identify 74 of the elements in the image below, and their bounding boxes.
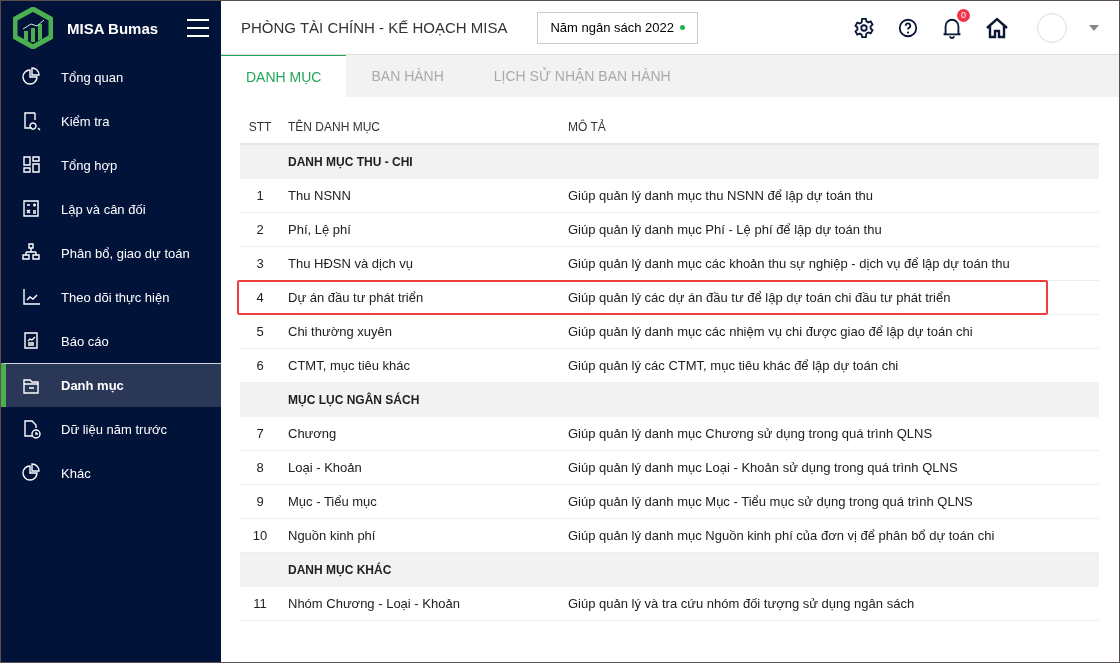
sidebar-item[interactable]: Lập và cân đối xyxy=(1,187,221,231)
table-cell-text: 4 xyxy=(255,290,265,305)
line-chart-icon xyxy=(21,286,43,308)
table-cell-text: Nguồn kinh phí xyxy=(287,528,377,543)
table-cell-text: Giúp quản lý danh mục các khoản thu sự nghiệp - dịch vụ để lập dự toán thu xyxy=(568,256,1011,271)
group-title: DANH MỤC KHÁC xyxy=(287,563,393,577)
budget-year-selector[interactable]: Năm ngân sách 2022 xyxy=(537,11,698,44)
sidebar-item[interactable]: Tổng hợp xyxy=(1,143,221,187)
sidebar-item[interactable]: Phân bổ, giao dự toán xyxy=(1,231,221,275)
pie-chart-icon xyxy=(21,66,43,88)
table-cell-text: CTMT, mục tiêu khác xyxy=(287,358,412,373)
table-row[interactable]: 2 Phí, Lệ phí Giúp quản lý danh mục Phí - Lệ phí để lập dự toán thu xyxy=(240,213,1099,247)
table-row[interactable]: 8 Loại - Khoản Giúp quản lý danh mục Loại - Khoản sử dụng trong quá trình QLNS xyxy=(240,451,1099,485)
table-cell-text: 11 xyxy=(252,596,268,611)
table-cell-text: Giúp quản lý các dự án đầu tư để lập dự toán chi đầu tư phát triển xyxy=(568,290,952,305)
table-cell-text: Chương xyxy=(287,426,338,441)
table-cell-text: Nhóm Chương - Loại - Khoản xyxy=(287,596,461,611)
app-name: MISA Bumas xyxy=(67,19,160,37)
table-cell-text: 2 xyxy=(255,222,265,237)
table-cell-text: 6 xyxy=(255,358,265,373)
table-cell-text: 1 xyxy=(255,188,265,203)
table-row[interactable]: 3 Thu HĐSN và dịch vụ Giúp quản lý danh mục các khoản thu sự nghiệp - dịch vụ để lập dự toán thu xyxy=(240,247,1099,281)
group-title: DANH MỤC THU - CHI xyxy=(287,155,414,169)
sidebar-item[interactable]: Báo cáo xyxy=(1,319,221,363)
sidebar-item[interactable]: Khác xyxy=(1,451,221,495)
sidebar-item[interactable]: Danh mục xyxy=(1,363,221,407)
menu-icon[interactable] xyxy=(187,19,209,37)
settings-icon[interactable] xyxy=(853,16,875,39)
document-search-icon xyxy=(21,110,43,132)
table-cell-text: 8 xyxy=(255,460,265,475)
table-cell-text: Giúp quản lý danh mục các nhiệm vụ chi được giao để lập dự toán chi xyxy=(568,324,974,339)
table-cell-text: Giúp quản lý danh mục Loại - Khoản sử dụng trong quá trình QLNS xyxy=(568,460,959,475)
table-row[interactable]: 5 Chi thường xuyên Giúp quản lý danh mục các nhiệm vụ chi được giao để lập dự toán chi xyxy=(240,315,1099,349)
sidebar-item[interactable]: Theo dõi thực hiện xyxy=(1,275,221,319)
column-header: MÔ TẢ xyxy=(568,120,607,134)
table-cell-text: Mục - Tiểu mục xyxy=(287,494,378,509)
logo-icon xyxy=(13,7,53,49)
table-cell-text: Phí, Lệ phí xyxy=(287,222,352,237)
organization-title: PHÒNG TÀI CHÍNH - KẾ HOẠCH MISA xyxy=(241,19,508,36)
table-row[interactable]: 9 Mục - Tiểu mục Giúp quản lý danh mục Mục - Tiểu mục sử dụng trong quá trình QLNS xyxy=(240,485,1099,519)
table-cell-text: Giúp quản lý danh mục Mục - Tiểu mục sử dụng trong quá trình QLNS xyxy=(568,494,974,509)
table-cell-text: 9 xyxy=(255,494,265,509)
table-row[interactable]: 7 Chương Giúp quản lý danh mục Chương sử dụng trong quá trình QLNS xyxy=(240,417,1099,451)
table-cell-text: Loại - Khoản xyxy=(287,460,363,475)
sidebar-item[interactable]: Dữ liệu năm trước xyxy=(1,407,221,451)
table-row[interactable]: 4 Dự án đầu tư phát triển Giúp quản lý các dự án đầu tư để lập dự toán chi đầu tư phát triển xyxy=(240,281,1099,315)
table-cell-text: Giúp quản lý danh mục thu NSNN để lập dự toán thu xyxy=(568,188,874,203)
table-row[interactable]: 11 Nhóm Chương - Loại - Khoản Giúp quản lý và tra cứu nhóm đối tượng sử dụng ngân sách xyxy=(240,587,1099,621)
sidebar-item[interactable]: Tổng quan xyxy=(1,55,221,99)
caret-icon[interactable] xyxy=(1089,24,1099,31)
column-header: TÊN DANH MỤC xyxy=(287,120,381,134)
table-cell-text: Giúp quản lý danh mục Nguồn kinh phí của đơn vị để phân bổ dự toán chi xyxy=(568,528,996,543)
table-cell-text: Thu HĐSN và dịch vụ xyxy=(287,256,414,271)
table-cell-text: Giúp quản lý danh mục Chương sử dụng trong quá trình QLNS xyxy=(568,426,934,441)
sidebar-item[interactable]: Kiểm tra xyxy=(1,99,221,143)
table-row[interactable]: 1 Thu NSNN Giúp quản lý danh mục thu NSNN để lập dự toán thu xyxy=(240,179,1099,213)
grid-icon xyxy=(21,154,43,176)
table-cell-text: 5 xyxy=(255,324,265,339)
home-icon[interactable] xyxy=(985,16,1009,39)
table-cell-text: Giúp quản lý danh mục Phí - Lệ phí để lập dự toán thu xyxy=(568,222,883,237)
table-cell-text: Thu NSNN xyxy=(287,188,352,203)
table-cell-text: 3 xyxy=(255,256,265,271)
help-icon[interactable] xyxy=(897,16,919,39)
pie-chart-icon xyxy=(21,462,43,484)
group-title: MỤC LỤC NGÂN SÁCH xyxy=(287,393,421,407)
table-cell-text: Dự án đầu tư phát triển xyxy=(287,290,425,305)
table-cell-text: 7 xyxy=(255,426,265,441)
table-cell-text: Giúp quản lý và tra cứu nhóm đối tượng sử dụng ngân sách xyxy=(568,596,916,611)
column-header: STT xyxy=(247,120,273,134)
table-cell-text: Chi thường xuyên xyxy=(287,324,393,339)
document-clock-icon xyxy=(21,418,43,440)
table-cell-text: 10 xyxy=(251,528,269,543)
table-cell-text: Giúp quản lý các CTMT, mục tiêu khác để lập dự toán chi xyxy=(568,358,900,373)
notification-count: 0 xyxy=(957,8,970,22)
